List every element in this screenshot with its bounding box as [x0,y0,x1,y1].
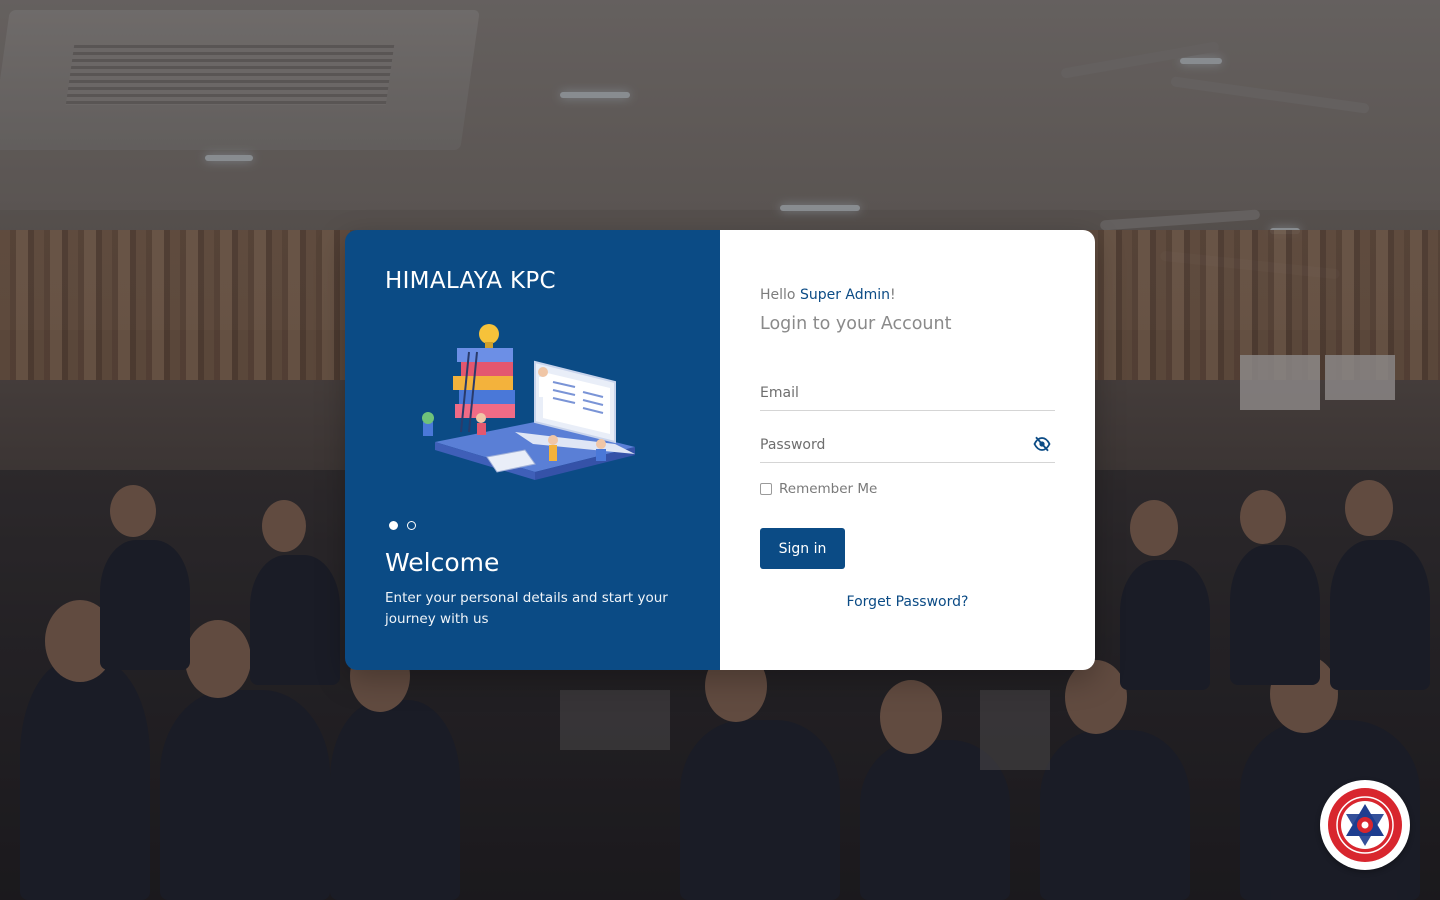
university-badge[interactable] [1320,780,1410,870]
email-field[interactable] [760,375,1055,410]
remember-me-checkbox[interactable] [760,483,772,495]
login-title: Login to your Account [760,314,952,334]
greeting: Hello Super Admin! [760,287,896,303]
welcome-panel: HIMALAYA KPC Welcome Enter your personal… [345,230,720,670]
carousel-dot-2[interactable] [407,521,416,530]
carousel-heading: Welcome [385,548,500,577]
carousel-dot-1[interactable] [389,521,398,530]
greeting-suffix: ! [890,287,896,303]
eye-slash-icon[interactable] [1033,435,1051,453]
university-seal-logo [1328,788,1402,862]
password-field[interactable] [760,427,1020,462]
forgot-password-link[interactable]: Forget Password? [720,594,1095,610]
carousel-text: Enter your personal details and start yo… [385,590,668,627]
password-field-wrapper [760,427,1055,463]
brand-title: HIMALAYA KPC [385,268,556,294]
carousel-indicators [389,521,416,530]
study-illustration [422,324,635,480]
remember-me-label: Remember Me [779,481,878,497]
login-panel: Hello Super Admin! Login to your Account… [720,230,1095,670]
email-field-wrapper [760,375,1055,411]
remember-me[interactable]: Remember Me [760,481,877,497]
sign-in-button[interactable]: Sign in [760,528,845,569]
greeting-prefix: Hello [760,287,796,303]
login-card: HIMALAYA KPC Welcome Enter your personal… [345,230,1095,670]
greeting-name: Super Admin [799,287,891,303]
